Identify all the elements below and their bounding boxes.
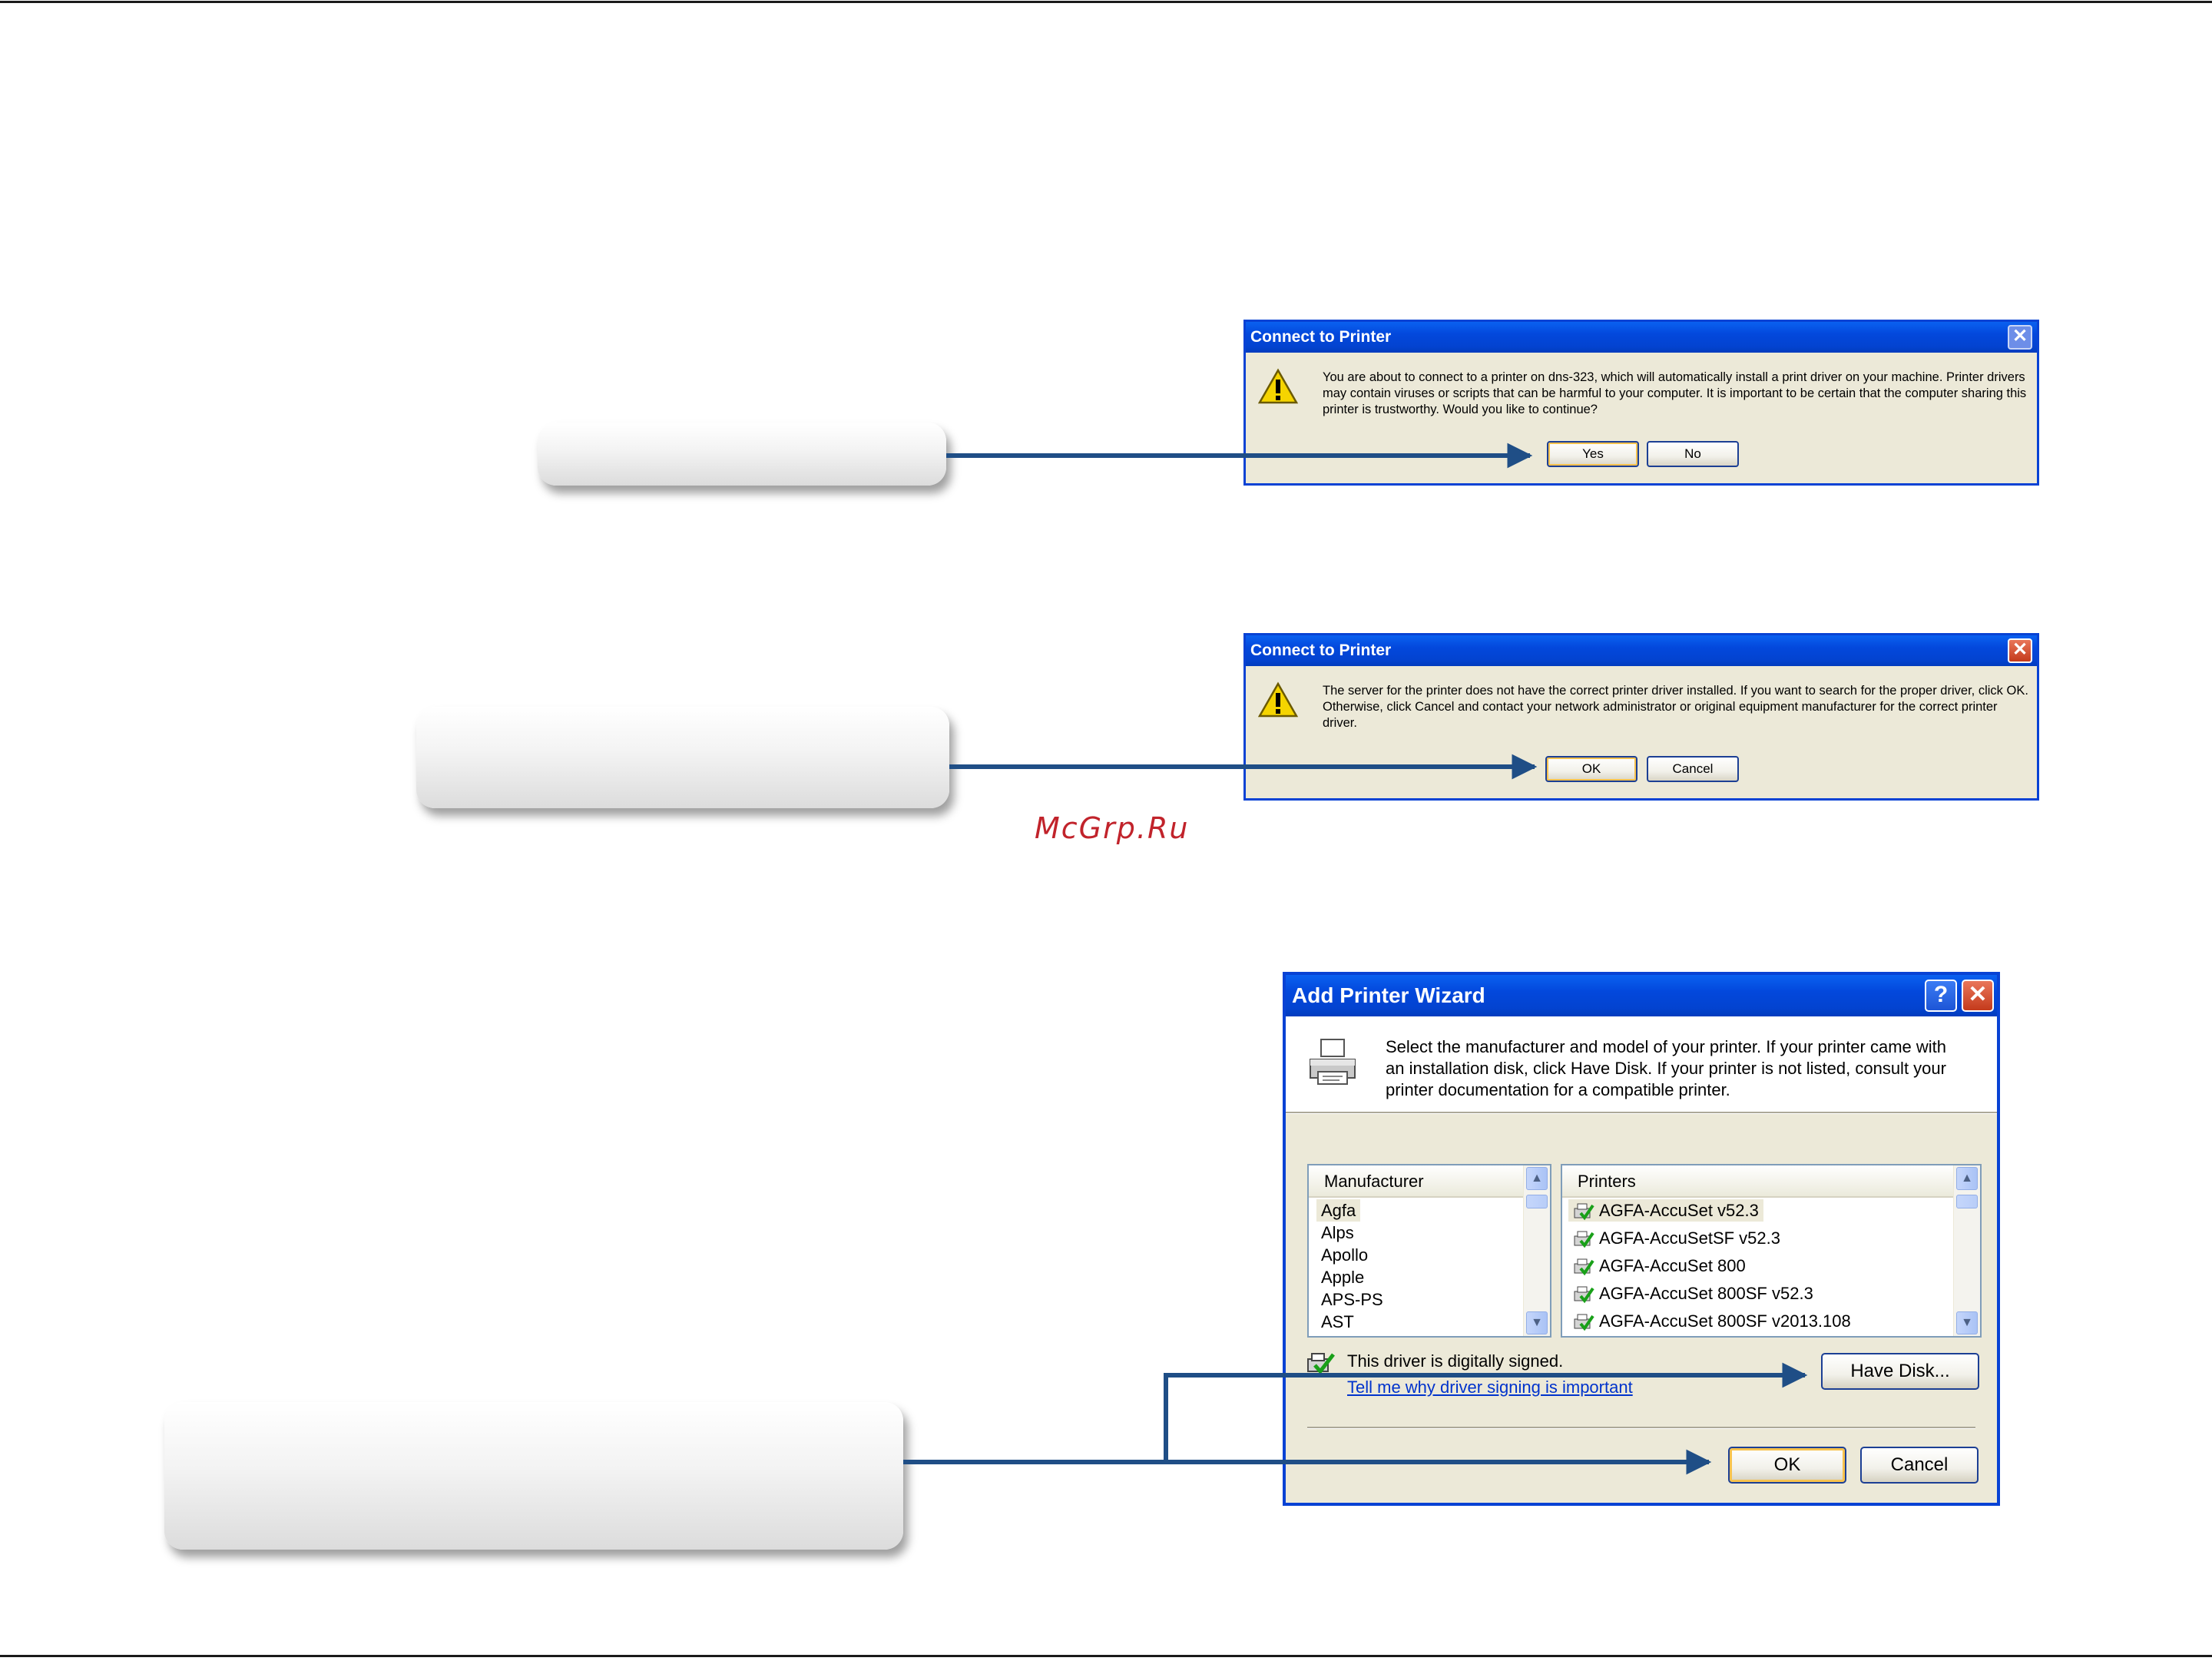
watermark: McGrp.Ru	[1035, 811, 1190, 845]
arrow-to-have-disk-button	[1164, 1362, 1808, 1462]
